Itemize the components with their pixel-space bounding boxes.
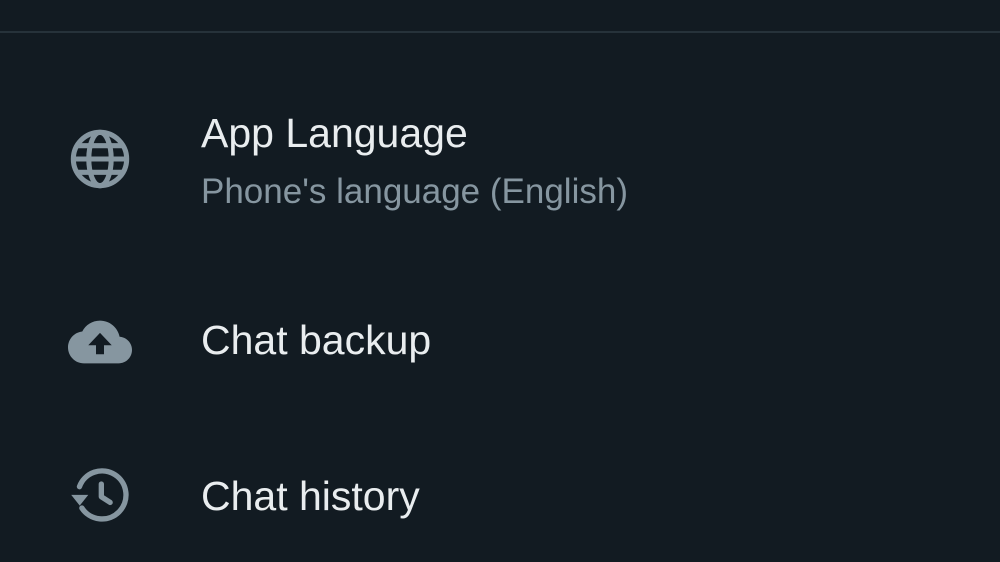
chat-backup-title: Chat backup bbox=[201, 317, 432, 363]
chat-history-title: Chat history bbox=[201, 473, 420, 519]
history-icon bbox=[68, 464, 132, 528]
globe-icon bbox=[68, 127, 132, 191]
app-language-value: Phone's language (English) bbox=[201, 172, 628, 211]
settings-list: App Language Phone's language (English) … bbox=[0, 0, 1000, 562]
chat-history-setting[interactable]: Chat history bbox=[0, 450, 1000, 545]
chat-backup-setting[interactable]: Chat backup bbox=[0, 290, 1000, 400]
cloud-upload-icon bbox=[68, 310, 132, 374]
app-language-title: App Language bbox=[201, 110, 468, 156]
app-language-setting[interactable]: App Language Phone's language (English) bbox=[0, 95, 1000, 235]
